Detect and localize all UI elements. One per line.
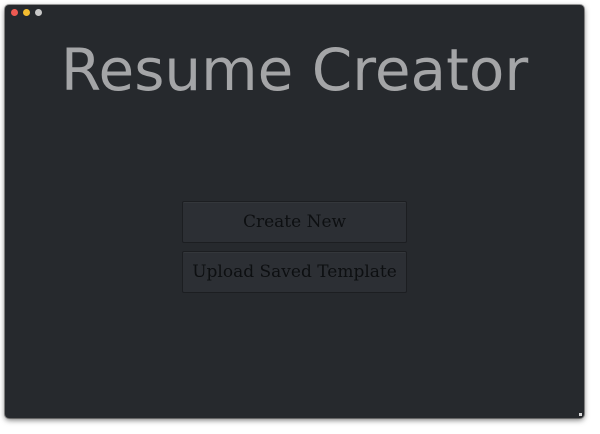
app-title: Resume Creator xyxy=(60,36,529,104)
upload-saved-template-button[interactable]: Upload Saved Template xyxy=(182,251,407,293)
minimize-window-icon[interactable] xyxy=(23,9,30,16)
resize-grip[interactable] xyxy=(579,413,582,416)
zoom-window-icon[interactable] xyxy=(35,9,42,16)
window-controls xyxy=(11,9,42,16)
close-window-icon[interactable] xyxy=(11,9,18,16)
app-window: Resume Creator Create New Upload Saved T… xyxy=(5,5,584,418)
create-new-button[interactable]: Create New xyxy=(182,201,407,243)
